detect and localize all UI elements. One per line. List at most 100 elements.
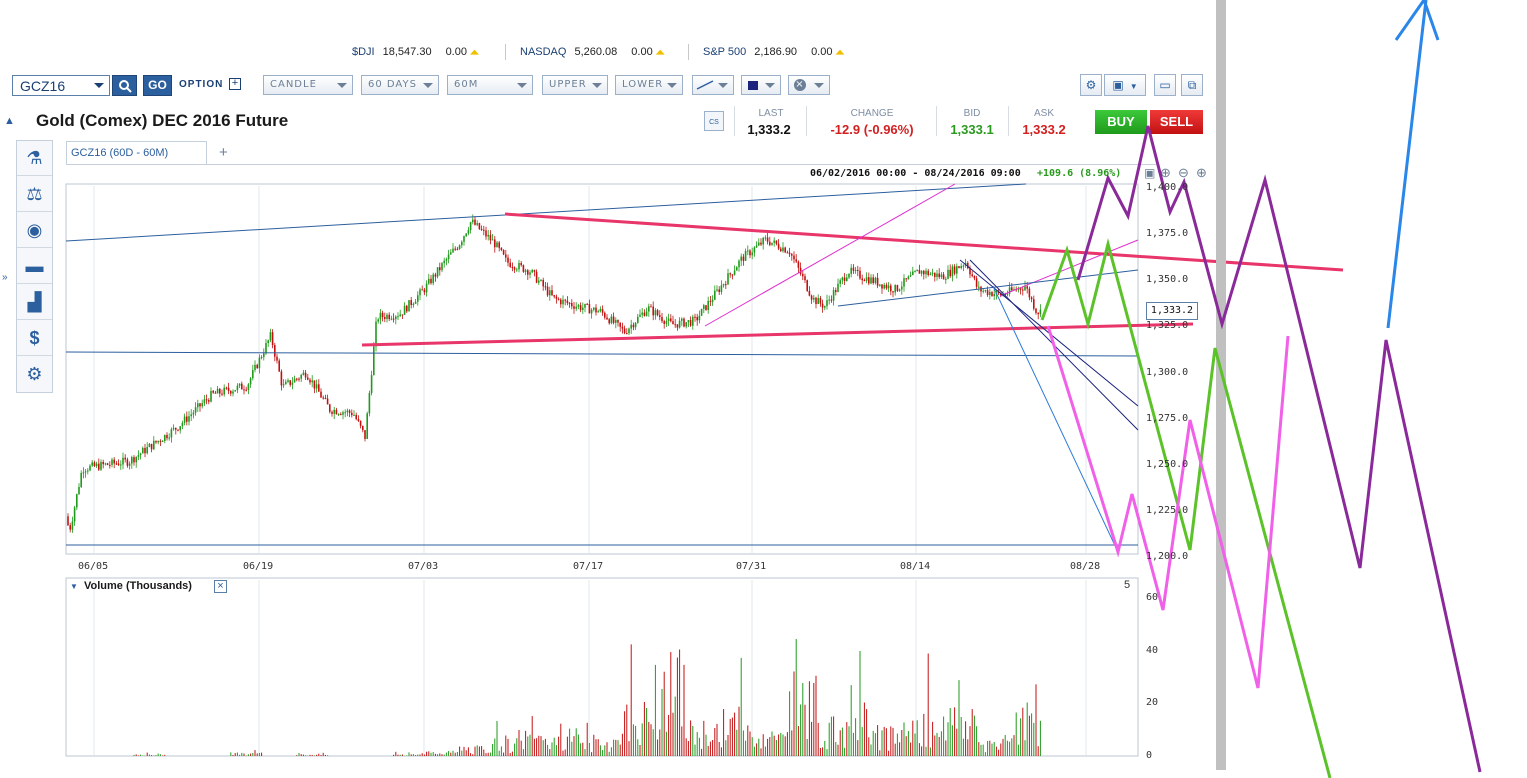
volume-panel-header[interactable]: ▼ Volume (Thousands) <box>70 580 192 592</box>
volume-tick-label: 40 <box>1146 644 1159 656</box>
candle-body <box>1035 308 1037 313</box>
candle-body <box>557 298 560 300</box>
candle-body <box>881 284 883 289</box>
candle-body <box>227 387 230 392</box>
candle-body <box>835 290 837 292</box>
candle-body <box>210 390 212 402</box>
candle-body <box>401 314 404 316</box>
rising-magenta-line <box>704 183 956 327</box>
candle-body <box>120 464 122 466</box>
candle-body <box>219 388 221 394</box>
candle-body <box>260 357 263 359</box>
candle-body <box>406 305 408 312</box>
candle-body <box>271 332 274 346</box>
candle-body <box>364 430 366 439</box>
support-line <box>65 351 1139 357</box>
candle-body <box>555 296 558 299</box>
candle-body <box>579 305 582 310</box>
candle-body <box>311 380 313 383</box>
candle-body <box>832 290 835 301</box>
candle-body <box>359 420 362 426</box>
candle-body <box>656 310 659 316</box>
candle-body <box>749 250 751 256</box>
candle-body <box>238 383 241 386</box>
candle-body <box>335 409 338 415</box>
candle-body <box>425 283 428 293</box>
candle-body <box>392 318 395 320</box>
candle-body <box>694 316 696 318</box>
candle-body <box>575 306 577 309</box>
price-chart[interactable] <box>0 0 1527 778</box>
candle-body <box>793 255 795 260</box>
candle-body <box>632 324 635 328</box>
candle-body <box>703 305 705 309</box>
candle-body <box>428 278 430 284</box>
candle-body <box>269 332 272 341</box>
candle-body <box>104 463 107 465</box>
candle-body <box>962 265 965 267</box>
candle-body <box>318 384 320 392</box>
candle-body <box>421 289 423 291</box>
x-tick-label: 08/28 <box>1070 561 1101 572</box>
candle-body <box>491 239 494 241</box>
candle-body <box>905 278 907 280</box>
candle-body <box>802 273 804 277</box>
collapse-down-icon[interactable]: ▼ <box>70 582 78 591</box>
candle-body <box>148 443 151 448</box>
candle-body <box>885 284 888 289</box>
y-tick-label: 1,325.0 <box>1146 320 1189 332</box>
candle-body <box>234 390 236 392</box>
candle-body <box>747 250 749 252</box>
candle-body <box>590 309 593 314</box>
candle-body <box>982 290 984 292</box>
candle-body <box>223 387 225 395</box>
candle-body <box>837 283 839 292</box>
candle-body <box>542 279 544 287</box>
candle-body <box>186 416 188 422</box>
candle-body <box>95 463 98 467</box>
x-tick-label: 06/05 <box>78 561 109 572</box>
candle-body <box>516 269 518 271</box>
candle-body <box>159 440 162 442</box>
candle-body <box>84 471 87 473</box>
candle-body <box>131 457 133 464</box>
candle-body <box>698 315 701 321</box>
candle-body <box>634 322 637 328</box>
candle-body <box>175 427 177 430</box>
candle-body <box>67 516 69 526</box>
candle-body <box>753 247 756 253</box>
candle-body <box>80 472 82 487</box>
candle-body <box>648 306 650 312</box>
candle-body <box>447 254 450 260</box>
candle-body <box>659 315 661 317</box>
candle-body <box>817 298 819 305</box>
candle-body <box>353 414 355 416</box>
candle-body <box>876 277 879 286</box>
candle-body <box>252 370 254 379</box>
candle-body <box>738 260 740 268</box>
neckline <box>361 322 1194 347</box>
candle-body <box>551 290 553 296</box>
candle-body <box>445 259 448 261</box>
candle-body <box>573 306 575 309</box>
candle-body <box>604 312 606 318</box>
candle-body <box>417 295 419 302</box>
candle-body <box>707 300 709 310</box>
close-volume-icon[interactable]: × <box>214 580 227 593</box>
candle-body <box>326 398 329 405</box>
candle-body <box>760 242 762 245</box>
candle-body <box>689 320 692 326</box>
candle-body <box>857 269 859 271</box>
candle-body <box>700 308 703 316</box>
candle-body <box>368 393 371 414</box>
volume-bars <box>133 639 1041 756</box>
candle-body <box>826 300 828 307</box>
candle-body <box>232 391 234 394</box>
candle-body <box>102 461 104 465</box>
volume-tick-label: 20 <box>1146 697 1159 709</box>
candle-body <box>307 377 309 380</box>
candle-body <box>650 306 652 308</box>
candle-body <box>91 462 93 466</box>
candle-body <box>780 248 782 252</box>
candle-body <box>366 413 368 439</box>
